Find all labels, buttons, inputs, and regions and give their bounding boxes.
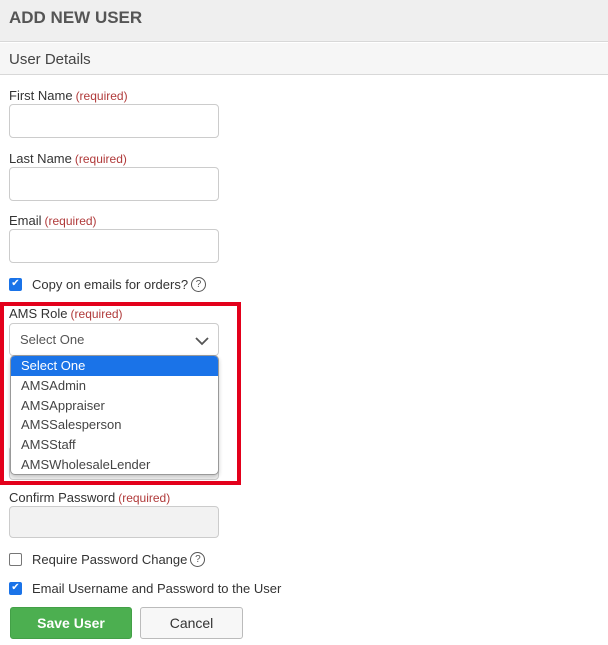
ams-role-option[interactable]: Select One xyxy=(11,356,218,376)
copy-emails-checkbox[interactable]: ✔ xyxy=(9,277,22,291)
ams-role-option[interactable]: AMSAdmin xyxy=(11,376,218,396)
save-user-button[interactable]: Save User xyxy=(10,607,132,639)
cancel-button[interactable]: Cancel xyxy=(140,607,243,639)
ams-role-option[interactable]: AMSStaff xyxy=(11,435,218,455)
question-circle-icon[interactable]: ? xyxy=(191,276,207,292)
required-tag: (required) xyxy=(44,214,97,228)
require-password-change-label: Require Password Change xyxy=(32,551,188,567)
first-name-input[interactable] xyxy=(9,104,219,138)
last-name-label: Last Name (required) xyxy=(9,151,127,166)
confirm-password-label: Confirm Password (required) xyxy=(9,490,171,505)
ams-role-label: AMS Role (required) xyxy=(9,306,123,321)
email-label: Email (required) xyxy=(9,213,97,228)
check-icon: ✔ xyxy=(11,582,20,593)
email-credentials-label: Email Username and Password to the User xyxy=(32,580,282,596)
first-name-label: First Name (required) xyxy=(9,88,128,103)
required-tag: (required) xyxy=(74,152,127,166)
question-circle-icon[interactable]: ? xyxy=(190,551,206,567)
require-password-change-checkbox[interactable] xyxy=(9,552,22,566)
ams-role-selected-value: Select One xyxy=(20,332,85,347)
ams-role-option[interactable]: AMSWholesaleLender xyxy=(11,455,218,474)
confirm-password-input[interactable] xyxy=(9,506,219,538)
require-password-change-row: Require Password Change ? xyxy=(9,551,206,567)
email-credentials-checkbox[interactable]: ✔ xyxy=(9,581,22,595)
required-tag: (required) xyxy=(118,491,171,505)
ams-role-option[interactable]: AMSAppraiser xyxy=(11,396,218,416)
copy-emails-label: Copy on emails for orders? xyxy=(32,276,189,292)
chevron-down-icon xyxy=(195,334,209,349)
page-title: ADD NEW USER xyxy=(9,8,143,27)
required-tag: (required) xyxy=(75,89,128,103)
section-title: User Details xyxy=(9,51,91,68)
required-tag: (required) xyxy=(70,307,123,321)
ams-role-option[interactable]: AMSSalesperson xyxy=(11,415,218,435)
ams-role-dropdown: Select One AMSAdmin AMSAppraiser AMSSale… xyxy=(10,355,219,475)
ams-role-select[interactable]: Select One xyxy=(9,323,219,356)
section-header: User Details xyxy=(0,43,608,75)
page-header: ADD NEW USER xyxy=(0,0,608,42)
check-icon: ✔ xyxy=(11,278,20,289)
last-name-input[interactable] xyxy=(9,167,219,201)
email-input[interactable] xyxy=(9,229,219,263)
copy-emails-row: ✔ Copy on emails for orders? ? xyxy=(9,276,207,292)
email-credentials-row: ✔ Email Username and Password to the Use… xyxy=(9,580,281,596)
